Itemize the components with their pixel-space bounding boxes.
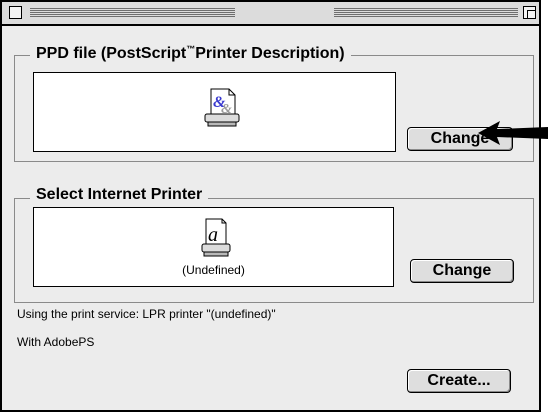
title-bar[interactable]	[2, 2, 539, 26]
title-stripes-left	[30, 8, 235, 18]
internet-printer-box[interactable]: a (Undefined)	[33, 207, 394, 287]
ppd-file-box[interactable]: & &	[33, 72, 396, 152]
svg-text:a: a	[208, 224, 218, 246]
printer-name: (Undefined)	[182, 263, 245, 277]
create-button[interactable]: Create...	[407, 369, 511, 393]
pointer-arrow-icon	[478, 121, 548, 145]
print-service-info: Using the print service: LPR printer "(u…	[17, 307, 276, 321]
internet-printer-label: Select Internet Printer	[30, 186, 209, 204]
printer-icon: a	[201, 218, 231, 263]
close-box-icon[interactable]	[9, 6, 22, 19]
zoom-box-icon[interactable]	[523, 6, 536, 19]
printer-change-button[interactable]: Change	[410, 259, 514, 283]
adobeps-info: With AdobePS	[17, 335, 95, 349]
ppd-file-label: PPD file (PostScript™Printer Description…	[30, 44, 351, 63]
ppd-document-icon: & &	[204, 88, 240, 133]
title-stripes-right	[334, 8, 518, 18]
